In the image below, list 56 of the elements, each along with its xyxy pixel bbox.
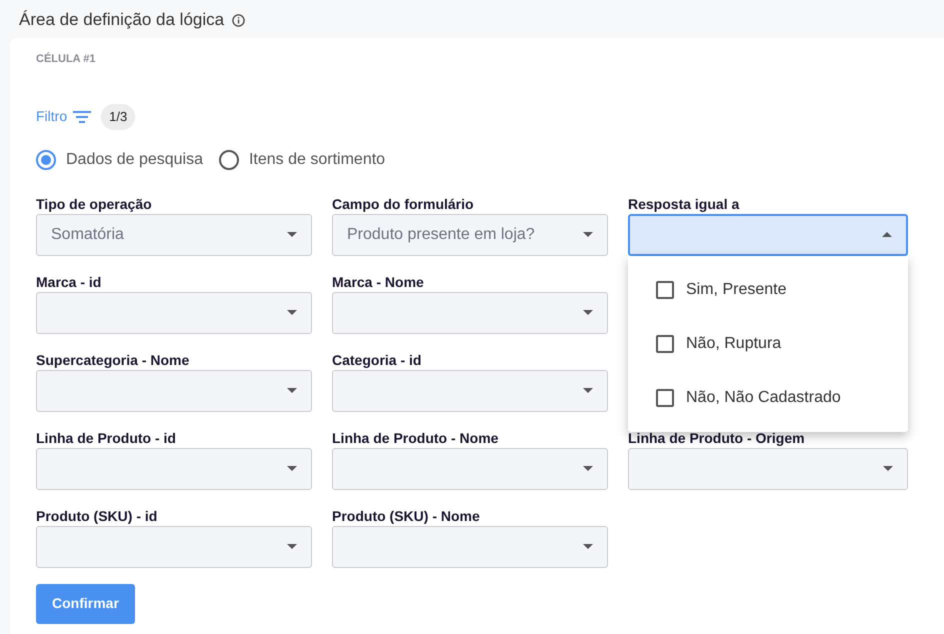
- field-label: Marca - Nome: [332, 272, 425, 292]
- select-field[interactable]: [36, 292, 312, 334]
- caret-down-icon: [287, 544, 297, 549]
- caret-down-icon: [583, 544, 593, 549]
- field-label: Produto (SKU) - Nome: [332, 506, 481, 526]
- select-field[interactable]: [628, 448, 908, 490]
- select-field[interactable]: Produto presente em loja?: [332, 214, 608, 256]
- select-field[interactable]: [628, 214, 908, 256]
- select-field[interactable]: [332, 370, 608, 412]
- radio-button[interactable]: [36, 150, 56, 170]
- radio-button[interactable]: [218, 150, 239, 170]
- field-label: Categoria - id: [332, 350, 422, 370]
- select-field[interactable]: [332, 526, 608, 568]
- field-label: Supercategoria - Nome: [36, 350, 190, 370]
- checkbox[interactable]: [656, 280, 674, 298]
- field-label: Resposta igual a: [628, 194, 740, 214]
- caret-down-icon: [583, 310, 593, 315]
- select-value: Somatória: [51, 224, 124, 244]
- checkbox[interactable]: [656, 388, 674, 406]
- select-field[interactable]: [36, 526, 312, 568]
- page-title: Área de definição da lógica: [19, 9, 224, 32]
- info-icon[interactable]: [232, 14, 246, 26]
- select-field[interactable]: [332, 292, 608, 334]
- checkbox[interactable]: [656, 334, 674, 352]
- field-label: Marca - id: [36, 272, 102, 292]
- select-field[interactable]: [332, 448, 608, 490]
- select-field[interactable]: [36, 370, 312, 412]
- count-badge: 1/3: [101, 104, 136, 130]
- dropdown-option[interactable]: Não, Não Cadastrado: [628, 370, 908, 424]
- caret-down-icon: [883, 466, 893, 471]
- field-label: Campo do formulário: [332, 194, 475, 214]
- option-label: Não, Ruptura: [686, 334, 782, 354]
- select-value: Produto presente em loja?: [347, 224, 535, 244]
- field-label: Linha de Produto - Nome: [332, 428, 500, 448]
- field-label: Linha de Produto - Origem: [628, 428, 806, 448]
- caret-down-icon: [287, 310, 297, 315]
- option-label: Não, Não Cadastrado: [686, 388, 841, 408]
- option-label: Sim, Presente: [686, 280, 786, 300]
- field-label: Linha de Produto - id: [36, 428, 177, 448]
- select-field[interactable]: Somatória: [36, 214, 312, 256]
- caret-down-icon: [583, 388, 593, 393]
- select-field[interactable]: [36, 448, 312, 490]
- cell-title: CÉLULA #1: [36, 52, 96, 66]
- dropdown-option[interactable]: Sim, Presente: [628, 262, 908, 316]
- field-label: Produto (SKU) - id: [36, 506, 158, 526]
- caret-down-icon: [287, 388, 297, 393]
- caret-down-icon: [583, 232, 593, 237]
- dropdown-option[interactable]: Não, Ruptura: [628, 316, 908, 370]
- radio-option[interactable]: Dados de pesquisa: [36, 148, 203, 172]
- caret-down-icon: [287, 232, 297, 237]
- caret-down-icon: [287, 466, 297, 471]
- caret-down-icon: [583, 466, 593, 471]
- radio-option[interactable]: Itens de sortimento: [218, 148, 386, 172]
- filter-icon: [73, 110, 92, 123]
- field-label: Tipo de operação: [36, 194, 153, 214]
- caret-up-icon: [882, 232, 892, 237]
